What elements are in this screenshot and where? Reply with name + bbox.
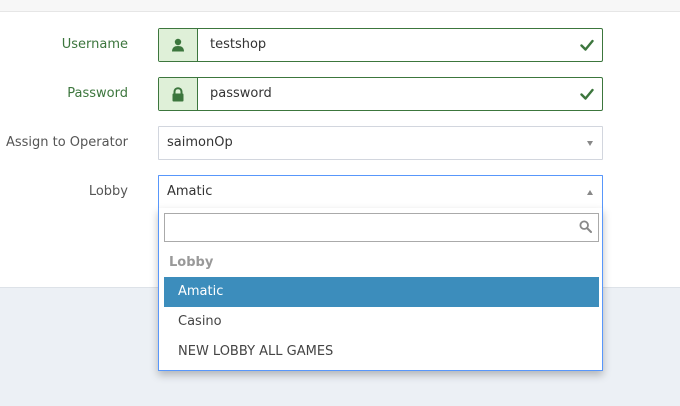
lobby-select[interactable]: Amatic <box>158 175 603 209</box>
lobby-label: Lobby <box>88 184 128 199</box>
password-addon <box>159 78 198 110</box>
dropdown-group-label: Lobby <box>169 255 214 270</box>
check-icon <box>580 88 594 100</box>
dropdown-option-casino[interactable]: Casino <box>164 307 599 337</box>
password-label: Password <box>67 86 128 101</box>
caret-down-icon <box>587 141 593 146</box>
lock-icon <box>172 86 184 101</box>
search-icon <box>579 220 592 233</box>
dropdown-search-input[interactable] <box>165 214 598 241</box>
password-field[interactable]: password <box>158 77 603 111</box>
operator-select[interactable]: saimonOp <box>158 126 603 160</box>
lobby-dropdown: Lobby Amatic Casino NEW LOBBY ALL GAMES <box>158 208 603 371</box>
operator-label: Assign to Operator <box>5 135 128 150</box>
check-icon <box>580 39 594 51</box>
user-icon <box>172 38 184 52</box>
dropdown-option-amatic[interactable]: Amatic <box>164 277 599 307</box>
lobby-value: Amatic <box>167 184 213 199</box>
caret-up-icon <box>587 190 593 195</box>
top-strip <box>0 0 680 12</box>
username-field[interactable]: testshop <box>158 28 603 62</box>
dropdown-option-new-lobby-all-games[interactable]: NEW LOBBY ALL GAMES <box>164 337 599 367</box>
username-addon <box>159 29 198 61</box>
operator-value: saimonOp <box>167 135 233 150</box>
username-value[interactable]: testshop <box>210 37 266 53</box>
password-value[interactable]: password <box>210 86 272 102</box>
dropdown-search[interactable] <box>164 213 599 242</box>
username-label: Username <box>61 37 128 52</box>
